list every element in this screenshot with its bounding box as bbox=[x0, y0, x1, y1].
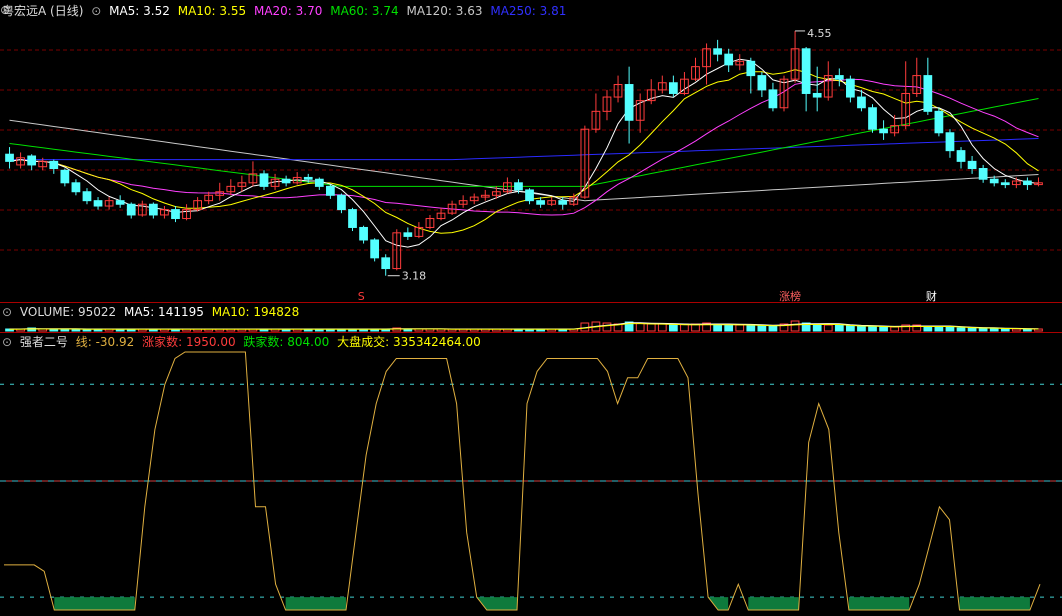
candle-body bbox=[879, 128, 888, 134]
volume-bar bbox=[768, 325, 778, 332]
volume-bar bbox=[868, 325, 877, 332]
candle-body bbox=[126, 203, 136, 216]
candle-body bbox=[171, 209, 180, 220]
volume-bar bbox=[790, 320, 800, 332]
candle-body bbox=[281, 178, 291, 184]
candle-body bbox=[768, 89, 778, 109]
indicator-fill-zone bbox=[285, 597, 346, 610]
candle-body bbox=[812, 92, 822, 98]
candle-body bbox=[348, 209, 357, 228]
candle-body bbox=[846, 78, 855, 98]
candle-body bbox=[801, 48, 811, 94]
indicator-fill-zone bbox=[708, 597, 729, 610]
candle-body bbox=[49, 160, 59, 170]
volume-bar bbox=[846, 325, 855, 332]
candle-body bbox=[624, 84, 634, 121]
indicator-fill-zone bbox=[848, 597, 910, 610]
candle-body bbox=[148, 203, 158, 216]
candle-body bbox=[934, 110, 944, 134]
candle-body bbox=[713, 48, 722, 55]
candlestick-series bbox=[5, 30, 1043, 276]
candle-body bbox=[326, 185, 335, 196]
ma5-line bbox=[9, 58, 1039, 248]
event-zhangbang-marker[interactable]: 涨榜 bbox=[779, 289, 801, 303]
candle-body bbox=[746, 60, 756, 77]
candle-body bbox=[71, 182, 81, 193]
volume-bar bbox=[746, 324, 756, 332]
candle-body bbox=[60, 169, 70, 184]
candle-body bbox=[403, 232, 413, 237]
indicator-fill-zone bbox=[959, 597, 1030, 610]
indicator-fill-zone bbox=[54, 597, 135, 610]
volume-bar bbox=[812, 324, 822, 332]
volume-bar bbox=[967, 327, 977, 332]
candle-body bbox=[259, 173, 269, 187]
candle-body bbox=[757, 75, 767, 91]
event-s-marker[interactable]: S bbox=[358, 290, 365, 303]
indicator-fill-zone bbox=[748, 597, 799, 610]
candle-body bbox=[923, 75, 933, 112]
candle-body bbox=[115, 200, 125, 205]
candle-body bbox=[93, 200, 103, 207]
high-price-label: 4.55 bbox=[807, 27, 832, 40]
candle-body bbox=[27, 155, 37, 166]
candle-body bbox=[314, 178, 324, 187]
volume-bar bbox=[657, 323, 667, 332]
ma10-line bbox=[9, 69, 1039, 234]
candle-body bbox=[956, 150, 966, 162]
ma20-line bbox=[9, 78, 1039, 216]
candle-body bbox=[337, 194, 346, 211]
candle-body bbox=[82, 191, 92, 202]
volume-bar bbox=[857, 325, 866, 332]
volume-bar bbox=[945, 326, 955, 332]
indicator-fill-zone bbox=[476, 597, 517, 610]
volume-bar bbox=[646, 323, 656, 332]
candle-body bbox=[370, 239, 380, 259]
ma60-line bbox=[9, 98, 1039, 187]
candle-body bbox=[1000, 182, 1010, 186]
volume-bar bbox=[890, 326, 900, 332]
volume-bar bbox=[735, 324, 745, 332]
volume-bar bbox=[934, 326, 944, 332]
volume-bar bbox=[879, 326, 888, 332]
candle-body bbox=[978, 168, 988, 180]
volume-bar bbox=[668, 324, 678, 332]
volume-bar bbox=[823, 324, 833, 332]
event-cai-marker[interactable]: 财 bbox=[926, 289, 937, 303]
candle-body bbox=[525, 189, 534, 202]
candle-body bbox=[536, 200, 545, 205]
candle-body bbox=[514, 182, 523, 191]
candle-body bbox=[989, 178, 999, 184]
candle-body bbox=[303, 176, 313, 180]
candle-body bbox=[945, 132, 955, 152]
candle-body bbox=[834, 75, 844, 80]
price-grid bbox=[0, 49, 1062, 251]
candle-body bbox=[857, 96, 866, 109]
candle-body bbox=[967, 160, 977, 170]
candle-body bbox=[381, 257, 391, 270]
candle-body bbox=[868, 107, 877, 130]
volume-bar bbox=[834, 324, 844, 332]
volume-bars bbox=[5, 320, 1043, 332]
low-price-label: 3.18 bbox=[402, 270, 427, 283]
volume-bar bbox=[724, 324, 734, 332]
price-markers: 4.55 3.18 S 涨榜 财 bbox=[358, 27, 937, 303]
candle-body bbox=[558, 200, 568, 205]
volume-bar bbox=[602, 322, 612, 332]
indicator-panel bbox=[0, 351, 1062, 611]
volume-bar bbox=[1011, 328, 1021, 332]
volume-bar bbox=[956, 327, 966, 332]
candle-body bbox=[359, 226, 368, 241]
candle-body bbox=[724, 53, 734, 66]
candle-body bbox=[668, 82, 678, 94]
moving-average-lines bbox=[9, 58, 1039, 248]
volume-bar bbox=[1000, 328, 1010, 332]
candle-body bbox=[1023, 180, 1032, 186]
candle-body bbox=[5, 153, 14, 162]
stock-chart[interactable]: 4.55 3.18 S 涨榜 财 bbox=[0, 0, 1062, 616]
